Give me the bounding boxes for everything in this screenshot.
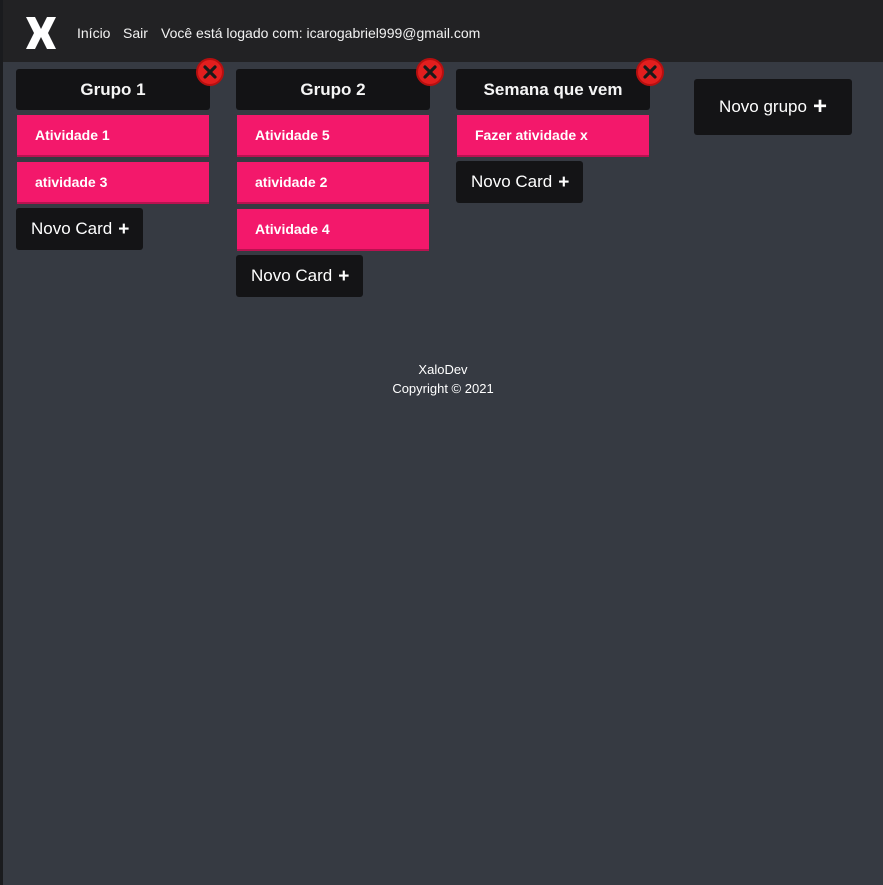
card-label: Atividade 4 — [255, 221, 330, 237]
new-card-label: Novo Card — [251, 266, 333, 285]
group-column: Grupo 2 Atividade 5 atividade 2 Atividad… — [236, 58, 444, 297]
footer: XaloDev Copyright © 2021 — [3, 360, 883, 398]
group-header[interactable]: Semana que vem — [456, 58, 664, 110]
card[interactable]: Atividade 4 — [237, 209, 429, 251]
footer-brand: XaloDev — [418, 362, 468, 377]
plus-icon: + — [812, 93, 827, 120]
logged-user-text: Você está logado com: icarogabriel999@gm… — [161, 25, 481, 41]
close-icon — [643, 65, 657, 79]
card[interactable]: Atividade 5 — [237, 115, 429, 157]
card[interactable]: atividade 3 — [17, 162, 209, 204]
navbar: Início Sair Você está logado com: icarog… — [3, 0, 883, 62]
new-card-button[interactable]: Novo Card + — [456, 161, 584, 203]
card-label: Atividade 5 — [255, 127, 330, 143]
plus-icon: + — [118, 218, 130, 240]
nav-home-link[interactable]: Início — [77, 24, 110, 42]
new-card-label: Novo Card — [31, 219, 113, 238]
close-icon — [423, 65, 437, 79]
group-column: Grupo 1 Atividade 1 atividade 3 Novo Car… — [16, 58, 224, 250]
group-header[interactable]: Grupo 1 — [16, 58, 224, 110]
group-column: Semana que vem Fazer atividade x Novo Ca… — [456, 58, 664, 203]
group-title: Grupo 2 — [300, 79, 366, 99]
page: Início Sair Você está logado com: icarog… — [0, 0, 883, 885]
new-group-label: Novo grupo — [719, 97, 807, 116]
new-group-button[interactable]: Novo grupo + — [694, 79, 852, 135]
plus-icon: + — [558, 171, 570, 193]
plus-icon: + — [338, 265, 350, 287]
card-label: atividade 3 — [35, 174, 108, 190]
new-card-button[interactable]: Novo Card + — [236, 255, 364, 297]
xalo-logo-icon[interactable] — [23, 15, 59, 51]
group-title: Grupo 1 — [80, 79, 146, 99]
delete-group-button[interactable] — [196, 58, 224, 86]
footer-copyright: Copyright © 2021 — [392, 381, 494, 396]
new-card-button[interactable]: Novo Card + — [16, 208, 144, 250]
card[interactable]: Atividade 1 — [17, 115, 209, 157]
delete-group-button[interactable] — [416, 58, 444, 86]
close-icon — [203, 65, 217, 79]
nav-logout-link[interactable]: Sair — [123, 24, 148, 42]
card-label: atividade 2 — [255, 174, 328, 190]
card[interactable]: atividade 2 — [237, 162, 429, 204]
card-label: Atividade 1 — [35, 127, 110, 143]
card-label: Fazer atividade x — [475, 127, 588, 143]
group-header[interactable]: Grupo 2 — [236, 58, 444, 110]
delete-group-button[interactable] — [636, 58, 664, 86]
new-card-label: Novo Card — [471, 172, 553, 191]
group-title: Semana que vem — [483, 79, 623, 99]
card[interactable]: Fazer atividade x — [457, 115, 649, 157]
